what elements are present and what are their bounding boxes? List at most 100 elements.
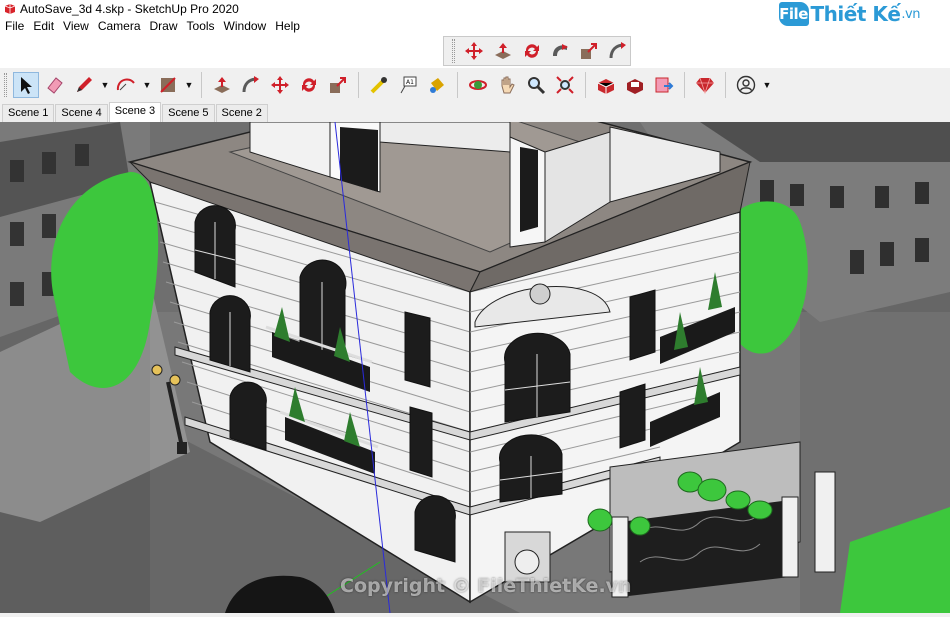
sketchup-window: AutoSave_3d 4.skp - SketchUp Pro 2020 Fi… [0,0,950,617]
ruby-console-button[interactable] [692,72,718,98]
zoom-tool[interactable] [523,72,549,98]
window-title: AutoSave_3d 4.skp - SketchUp Pro 2020 [20,1,239,16]
push-pull-icon [494,43,511,59]
text-icon: A1 [400,76,417,94]
toolbar-separator [585,72,586,98]
tape-measure-tool[interactable] [366,72,392,98]
window-left-5 [404,311,431,388]
toolbar-separator [684,72,685,98]
tab-scene-5[interactable]: Scene 5 [162,104,215,122]
pencil-icon [77,77,92,92]
sketchup-logo-icon [4,3,16,14]
account-button[interactable] [733,72,759,98]
building-3d-model [0,122,950,613]
push-pull-tool-main[interactable] [209,72,235,98]
copyright-watermark: Copyright © FileThietKe.vn [340,575,632,597]
pencil-dropdown-chevron-icon[interactable]: ▼ [100,80,110,90]
pencil-tool[interactable] [71,72,97,98]
title-bar: AutoSave_3d 4.skp - SketchUp Pro 2020 Fi… [0,0,950,26]
rotate-icon [302,78,316,92]
follow-me-icon [553,44,569,56]
zoom-extents-tool[interactable] [552,72,578,98]
menu-help[interactable]: Help [270,19,304,33]
account-icon [736,75,756,95]
toolbar-separator [725,72,726,98]
3d-warehouse-button[interactable] [593,72,619,98]
pan-icon [501,76,515,94]
zoom-icon [528,77,546,95]
pan-tool[interactable] [494,72,520,98]
toolbar-separator [358,72,359,98]
paint-bucket-icon [430,78,444,93]
offset-icon [242,76,259,93]
move-tool-main[interactable] [267,72,293,98]
offset-icon [609,42,626,59]
tab-scene-2[interactable]: Scene 2 [215,104,268,122]
menu-camera[interactable]: Camera [93,19,145,33]
arc-tool[interactable] [113,72,139,98]
main-toolbar: ▼ ▼ ▼ A1 ▼ [0,68,950,102]
eraser-icon [47,77,63,94]
rotate-tool[interactable] [519,38,544,64]
move-icon [465,42,484,60]
shapes-tool[interactable] [155,72,181,98]
warehouse-icon [597,79,615,94]
scale-icon [580,43,597,59]
window-right-3 [629,289,656,361]
ruby-icon [696,77,714,95]
window-right-4 [619,383,646,449]
menu-tools[interactable]: Tools [182,19,219,33]
extension-warehouse-icon [627,79,643,94]
menu-bar: File Edit View Camera Draw Tools Window … [0,17,950,35]
scale-icon [330,77,346,93]
follow-me-tool[interactable] [548,38,573,64]
window-left-7 [414,495,456,563]
scale-tool-main[interactable] [325,72,351,98]
tab-scene-1[interactable]: Scene 1 [2,104,55,122]
text-tool[interactable]: A1 [395,72,421,98]
orbit-tool[interactable] [465,72,491,98]
menu-view[interactable]: View [58,19,93,33]
edit-toolbar [443,36,631,66]
menu-window[interactable]: Window [219,19,271,33]
model-viewport[interactable]: Copyright © FileThietKe.vn [0,122,950,613]
shapes-dropdown-chevron-icon[interactable]: ▼ [184,80,194,90]
window-left-6 [409,406,433,478]
menu-draw[interactable]: Draw [145,19,182,33]
tab-scene-4[interactable]: Scene 4 [55,104,108,122]
tab-scene-3[interactable]: Scene 3 [108,102,162,122]
rotate-icon [524,44,539,58]
toolbar-separator [201,72,202,98]
send-to-layout-icon [655,77,674,93]
orbit-icon [469,80,487,90]
status-bar [0,613,950,617]
arc-dropdown-chevron-icon[interactable]: ▼ [142,80,152,90]
account-dropdown-chevron-icon[interactable]: ▼ [762,80,772,90]
select-tool[interactable] [13,72,39,98]
arc-icon [116,78,135,91]
send-to-layout-button[interactable] [651,72,677,98]
offset-tool[interactable] [605,38,630,64]
eraser-tool[interactable] [42,72,68,98]
select-icon [21,77,32,94]
menu-edit[interactable]: Edit [28,19,58,33]
tape-measure-icon [370,77,387,94]
move-icon [271,76,289,94]
svg-text:A1: A1 [406,79,414,86]
rotate-tool-main[interactable] [296,72,322,98]
toolbar-grip[interactable] [452,39,455,63]
shapes-icon [160,77,176,93]
toolbar-separator [457,72,458,98]
scene-tabs: Scene 1 Scene 4 Scene 3 Scene 5 Scene 2 [0,102,950,122]
zoom-extents-icon [556,76,574,94]
toolbar-grip[interactable] [4,73,7,97]
offset-tool-main[interactable] [238,72,264,98]
menu-file[interactable]: File [0,19,28,33]
scale-tool[interactable] [577,38,602,64]
push-pull-tool[interactable] [491,38,516,64]
push-pull-icon [214,77,230,93]
move-tool[interactable] [462,38,487,64]
paint-bucket-tool[interactable] [424,72,450,98]
window-left-3 [229,381,267,451]
extension-warehouse-button[interactable] [622,72,648,98]
